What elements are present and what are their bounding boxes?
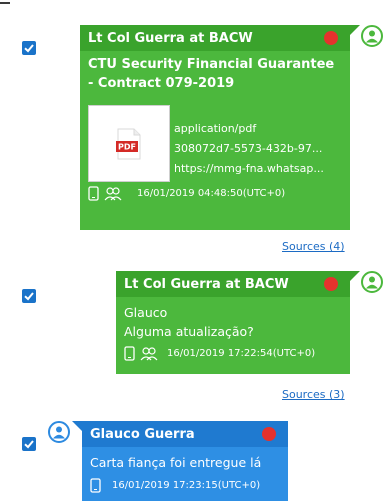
message-1-footer: 16/01/2019 04:48:50(UTC+0) xyxy=(80,186,350,201)
attachment-mime: application/pdf xyxy=(174,122,257,135)
status-dot xyxy=(324,31,338,45)
message-2-checkbox[interactable] xyxy=(22,289,36,303)
checkmark-icon xyxy=(24,292,34,301)
message-2-body-line1: Glauco xyxy=(124,305,168,320)
participants-icon xyxy=(104,186,122,201)
phone-icon xyxy=(90,478,101,493)
message-2-sources-link[interactable]: Sources (3) xyxy=(282,388,345,401)
message-3-timestamp: 16/01/2019 17:23:15(UTC+0) xyxy=(112,480,261,491)
status-dot xyxy=(262,427,276,441)
message-1-sender: Lt Col Guerra at BACW xyxy=(88,30,253,46)
message-1-header: Lt Col Guerra at BACW xyxy=(80,25,350,51)
bubble-tail xyxy=(350,271,360,281)
message-1-bubble[interactable]: Lt Col Guerra at BACW CTU Security Finan… xyxy=(80,25,360,230)
message-3-header: Glauco Guerra xyxy=(82,421,288,447)
message-3-sender: Glauco Guerra xyxy=(90,426,195,442)
message-3-checkbox[interactable] xyxy=(22,437,36,451)
message-2-sender: Lt Col Guerra at BACW xyxy=(124,276,289,292)
phone-icon xyxy=(124,346,135,361)
message-3-body: Carta fiança foi entregue lá xyxy=(90,455,262,470)
sender-avatar-icon xyxy=(361,271,383,293)
pdf-file-icon[interactable]: PDF xyxy=(88,105,170,182)
message-1-attachment[interactable]: PDF application/pdf 308072d7-5573-432b-9… xyxy=(80,93,350,182)
svg-text:PDF: PDF xyxy=(118,142,136,151)
attachment-url[interactable]: https://mmg-fna.whatsap... xyxy=(174,159,324,179)
message-2-footer: 16/01/2019 17:22:54(UTC+0) xyxy=(116,346,350,361)
message-1-checkbox[interactable] xyxy=(22,41,36,55)
message-2-header: Lt Col Guerra at BACW xyxy=(116,271,350,297)
message-3-footer: 16/01/2019 17:23:15(UTC+0) xyxy=(82,478,288,493)
participants-icon xyxy=(140,346,158,361)
bubble-tail xyxy=(72,421,82,431)
status-dot xyxy=(324,277,338,291)
message-1-subject: CTU Security Financial Guarantee - Contr… xyxy=(88,57,335,91)
message-2-body-line2: Alguma atualização? xyxy=(124,324,254,339)
checkmark-icon xyxy=(24,440,34,449)
message-3-bubble[interactable]: Glauco Guerra Carta fiança foi entregue … xyxy=(72,421,288,501)
message-2-timestamp: 16/01/2019 17:22:54(UTC+0) xyxy=(167,348,316,359)
recipient-avatar-icon xyxy=(48,421,70,443)
attachment-id: 308072d7-5573-432b-97... xyxy=(174,142,323,155)
top-divider xyxy=(0,2,10,4)
message-1-timestamp: 16/01/2019 04:48:50(UTC+0) xyxy=(137,188,286,199)
message-2-body: Glauco Alguma atualização? xyxy=(116,297,350,341)
phone-icon xyxy=(88,186,99,201)
sender-avatar-icon xyxy=(361,25,383,47)
message-1-sources-link[interactable]: Sources (4) xyxy=(282,240,345,253)
bubble-tail xyxy=(350,25,360,35)
checkmark-icon xyxy=(24,44,34,53)
message-2-bubble[interactable]: Lt Col Guerra at BACW Glauco Alguma atua… xyxy=(116,271,360,374)
